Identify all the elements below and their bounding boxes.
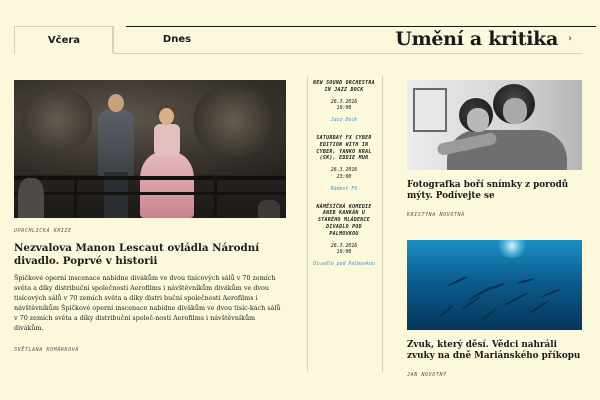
event-item[interactable]: NEW SOUND ORCHESTRA IN JAZZ DOCK 26.3.20… — [311, 80, 377, 124]
event-title: SATURDAY FX CYBER EDITION WITH IN CYBER,… — [316, 134, 372, 162]
chevron-right-icon[interactable]: › — [568, 34, 572, 44]
event-title: NEW SOUND ORCHESTRA IN JAZZ DOCK — [313, 80, 375, 93]
header-divider — [113, 53, 582, 54]
lead-article-body: Špičkové operní inscenace nabídne diváků… — [14, 274, 281, 332]
event-venue-link[interactable]: Divadlo pod Palmovkou — [311, 261, 377, 268]
event-item[interactable]: NÁMĚSÍČNÁ KOMEDIE ANEB KANKÁN U STARÉHO … — [311, 204, 377, 268]
story-byline: KRISTÝNA NOVOTNÁ — [407, 212, 465, 218]
column-divider — [307, 76, 308, 372]
story-byline: JAN NOVOTNÝ — [407, 372, 447, 378]
events-list: NEW SOUND ORCHESTRA IN JAZZ DOCK 26.3.20… — [311, 80, 377, 279]
event-venue-link[interactable]: Jazz Dock — [311, 117, 377, 124]
event-venue-link[interactable]: Rádost FX — [311, 186, 377, 193]
event-item[interactable]: SATURDAY FX CYBER EDITION WITH IN CYBER,… — [311, 135, 377, 193]
event-datetime: 26.3.2016 23:00 — [330, 167, 358, 180]
lead-article-byline: SVĚTLANA KOMÁRKOVÁ — [14, 347, 79, 353]
event-datetime: 26.3.2016 19:00 — [330, 242, 358, 256]
lead-article-headline[interactable]: Nezvalova Manon Lescaut ovládla Národní … — [14, 242, 286, 267]
tab-today[interactable]: Dnes — [112, 26, 241, 53]
event-datetime: 26.3.2016 19:00 — [330, 98, 358, 112]
lead-article-photo[interactable] — [14, 80, 286, 218]
story-card: Fotografka boří snímky z porodů mýty. Po… — [407, 80, 582, 218]
story-headline[interactable]: Zvuk, který děsí. Vědci nahráli zvuky na… — [407, 340, 582, 362]
lead-article-kicker: UPRCHLICKÁ KRIZE — [14, 228, 72, 234]
story-headline[interactable]: Fotografka boří snímky z porodů mýty. Po… — [407, 180, 582, 202]
section-title[interactable]: Umění a kritika — [395, 28, 558, 50]
event-title: NÁMĚSÍČNÁ KOMEDIE ANEB KANKÁN U STARÉHO … — [316, 203, 372, 237]
story-card: Zvuk, který děsí. Vědci nahráli zvuky na… — [407, 240, 582, 378]
story-photo[interactable] — [407, 80, 582, 170]
story-photo[interactable] — [407, 240, 582, 330]
tab-yesterday[interactable]: Včera — [14, 26, 114, 54]
lead-article: UPRCHLICKÁ KRIZE Nezvalova Manon Lescaut… — [14, 80, 286, 353]
column-divider — [382, 76, 383, 372]
section-header: Včera Dnes Umění a kritika › — [14, 26, 596, 54]
